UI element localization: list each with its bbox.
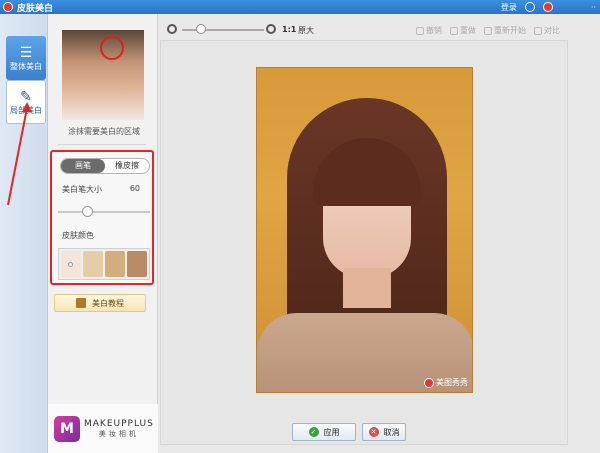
- redo-icon: [450, 26, 458, 35]
- list-icon: ☰: [19, 44, 33, 61]
- app-logo-icon: [3, 2, 13, 12]
- top-toolbar: 1:1 原大 撤销 重做 重新开始 对比: [158, 14, 600, 40]
- meitu-watermark: 美图秀秀: [424, 377, 468, 388]
- book-icon: [76, 298, 86, 308]
- brush-mode-toggle: 画笔 橡皮擦: [60, 158, 150, 174]
- whole-whitening-tab[interactable]: ☰ 整体美白: [6, 36, 46, 80]
- undo-button[interactable]: 撤销: [416, 25, 442, 36]
- redo-button[interactable]: 重做: [450, 25, 476, 36]
- selected-dot-icon: [68, 262, 73, 267]
- left-rail: ☰ 整体美白 ✎ 局部美白: [0, 14, 48, 453]
- skin-swatch-1[interactable]: [61, 251, 81, 277]
- tutorial-label: 美白教程: [92, 298, 124, 308]
- thumbnail-caption: 涂抹需要美白的区域: [68, 127, 140, 136]
- skin-swatch-3[interactable]: [105, 251, 125, 277]
- local-whitening-label: 局部美白: [10, 105, 42, 115]
- undo-icon: [416, 26, 424, 35]
- meitu-logo-icon: [424, 377, 434, 388]
- whitening-tutorial-button[interactable]: 美白教程: [54, 294, 146, 312]
- qq-icon[interactable]: [524, 2, 535, 12]
- check-icon: ✓: [308, 427, 319, 437]
- restart-button[interactable]: 重新开始: [484, 25, 526, 36]
- makeupplus-logo-icon: M: [54, 415, 80, 442]
- title-bar: 皮肤美白 登录 ··: [0, 0, 600, 14]
- local-whitening-tab[interactable]: ✎ 局部美白: [6, 80, 46, 124]
- restart-icon: [484, 26, 492, 35]
- photo-neck: [343, 268, 391, 308]
- restart-label: 重新开始: [494, 26, 526, 35]
- original-size-label[interactable]: 原大: [298, 25, 314, 36]
- more-icon[interactable]: ··: [591, 3, 596, 12]
- weibo-icon[interactable]: [542, 2, 553, 12]
- skin-color-label: 皮肤颜色: [62, 231, 94, 240]
- compare-button[interactable]: 对比: [534, 25, 560, 36]
- zoom-slider-track[interactable]: [182, 29, 264, 31]
- watermark-text: 美图秀秀: [436, 378, 468, 387]
- brush-icon: ✎: [20, 88, 32, 105]
- close-icon: ✕: [368, 427, 379, 437]
- brush-size-value: 60: [129, 184, 140, 193]
- apply-label: 应用: [323, 427, 340, 437]
- divider: [58, 144, 146, 145]
- brush-tab[interactable]: 画笔: [61, 159, 105, 173]
- brush-size-slider-track[interactable]: [58, 211, 150, 213]
- compare-icon: [534, 26, 542, 35]
- eraser-tab[interactable]: 橡皮擦: [105, 159, 149, 173]
- login-link[interactable]: 登录: [501, 2, 517, 13]
- window-title: 皮肤美白: [17, 3, 54, 14]
- whole-whitening-label: 整体美白: [10, 61, 42, 71]
- apply-button[interactable]: ✓ 应用: [292, 423, 356, 441]
- undo-label: 撤销: [426, 26, 442, 35]
- cancel-label: 取消: [383, 427, 400, 437]
- tool-panel: 涂抹需要美白的区域 画笔 橡皮擦 美白笔大小 60 皮肤颜色 美白教程 M MA…: [48, 14, 158, 453]
- skin-swatch-2[interactable]: [83, 251, 103, 277]
- zoom-slider-thumb[interactable]: [196, 24, 206, 34]
- makeupplus-ad[interactable]: M MAKEUPPLUS 美妆相机: [48, 404, 158, 453]
- ad-title: MAKEUPPLUS: [84, 418, 154, 429]
- compare-label: 对比: [544, 26, 560, 35]
- brush-size-label: 美白笔大小: [62, 185, 102, 194]
- cancel-button[interactable]: ✕ 取消: [362, 423, 406, 441]
- brush-settings-box: 画笔 橡皮擦 美白笔大小 60 皮肤颜色: [50, 150, 154, 285]
- example-circle-mark: [100, 36, 124, 60]
- title-bar-right: 登录 ··: [501, 0, 596, 14]
- skin-color-swatches: [58, 248, 150, 280]
- zoom-out-icon[interactable]: [167, 24, 177, 34]
- brush-size-slider-thumb[interactable]: [82, 206, 93, 217]
- portrait-photo[interactable]: 美图秀秀: [256, 67, 473, 393]
- skin-swatch-4[interactable]: [127, 251, 147, 277]
- example-thumbnail: [62, 30, 144, 120]
- zoom-in-icon[interactable]: [266, 24, 276, 34]
- photo-canvas: 美图秀秀 ✓ 应用 ✕ 取消: [160, 40, 568, 445]
- redo-label: 重做: [460, 26, 476, 35]
- ad-subtitle: 美妆相机: [98, 429, 139, 438]
- actual-size-button[interactable]: 1:1: [282, 25, 296, 34]
